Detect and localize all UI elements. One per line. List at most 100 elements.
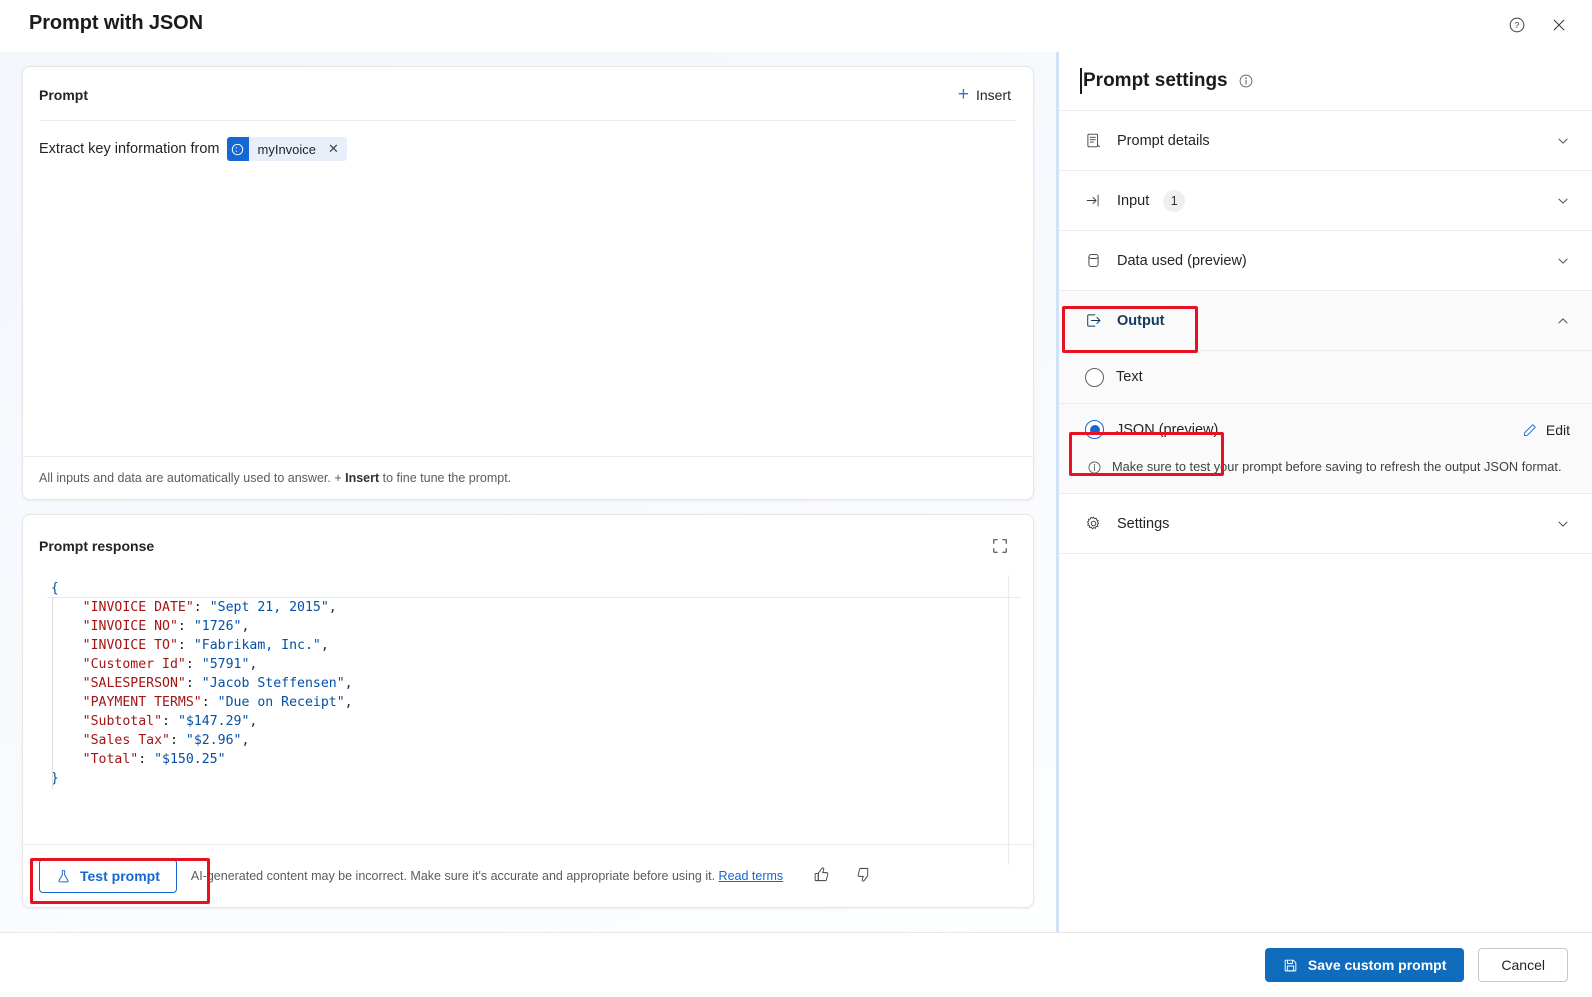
prompt-settings-pane: Prompt settings Prompt details Input 1 D…: [1056, 52, 1592, 932]
code-token: "Sales Tax": [82, 733, 170, 748]
radio-json-selected[interactable]: [1085, 420, 1104, 439]
output-option-json[interactable]: JSON (preview) Edit: [1059, 403, 1592, 455]
code-token: "$150.25": [154, 752, 226, 767]
close-icon: [1553, 19, 1565, 31]
plus-icon: +: [957, 84, 969, 105]
save-button-label: Save custom prompt: [1307, 957, 1447, 973]
sidebar-item-settings[interactable]: Settings: [1059, 493, 1592, 553]
gear-icon: [1083, 515, 1103, 532]
code-token: :: [138, 752, 155, 767]
prompt-card-header: Prompt + Insert: [23, 67, 1033, 120]
edit-label: Edit: [1545, 421, 1570, 438]
code-line: {: [35, 579, 1021, 598]
code-token: "SALESPERSON": [82, 676, 186, 691]
input-token-label: myInvoice: [257, 141, 317, 157]
pencil-icon: [1523, 423, 1536, 436]
code-token: "Subtotal": [82, 714, 163, 729]
save-custom-prompt-button[interactable]: Save custom prompt: [1264, 948, 1465, 982]
window-title-bar: Prompt with JSON ?: [0, 0, 1592, 52]
response-card-footer: Test prompt AI-generated content may be …: [23, 844, 1033, 907]
code-token: :: [185, 657, 202, 672]
code-token: "PAYMENT TERMS": [82, 695, 202, 710]
input-count-badge: 1: [1163, 189, 1186, 212]
code-line: "Total": "$150.25": [35, 750, 1021, 769]
dialog-footer: Save custom prompt Cancel: [0, 932, 1592, 997]
close-button[interactable]: [1542, 8, 1576, 42]
prompt-hint-after: to fine tune the prompt.: [379, 471, 512, 485]
svg-text:?: ?: [1515, 20, 1520, 30]
code-line: "Sales Tax": "$2.96",: [35, 731, 1021, 750]
test-prompt-label: Test prompt: [80, 868, 160, 884]
response-card-title: Prompt response: [39, 538, 155, 554]
help-button[interactable]: ?: [1500, 8, 1534, 42]
chevron-up-icon: [1558, 317, 1568, 323]
sidebar-item-data-used[interactable]: Data used (preview): [1059, 230, 1592, 290]
code-token: "1726": [193, 619, 242, 634]
cancel-button[interactable]: Cancel: [1478, 948, 1568, 982]
output-option-label: JSON (preview): [1116, 421, 1219, 438]
output-options-panel: Text JSON (preview) Edit Make sure to te…: [1059, 350, 1592, 493]
arrow-out-icon: [1083, 312, 1103, 329]
prompt-text-line: Extract key information from myInvoice ✕: [39, 137, 1017, 161]
edit-json-schema-button[interactable]: Edit: [1522, 422, 1570, 438]
code-fold-line: [47, 597, 1021, 598]
prompt-text: Extract key information from: [39, 141, 220, 157]
test-prompt-button[interactable]: Test prompt: [39, 859, 177, 893]
radio-text[interactable]: [1085, 367, 1104, 387]
sidebar-item-label: Settings: [1117, 515, 1170, 532]
code-token: ,: [328, 600, 337, 615]
read-terms-link[interactable]: Read terms: [719, 869, 784, 883]
insert-button[interactable]: + Insert: [952, 81, 1017, 108]
code-token: :: [185, 676, 202, 691]
thumbs-down-button[interactable]: [854, 864, 875, 888]
code-token: "5791": [201, 657, 250, 672]
sidebar-item-prompt-details[interactable]: Prompt details: [1059, 110, 1592, 170]
info-circle-icon: [1088, 461, 1101, 474]
code-token: ,: [320, 638, 329, 653]
chevron-down-icon: [1558, 258, 1568, 264]
code-token: ,: [344, 676, 353, 691]
output-json-hint-text: Make sure to test your prompt before sav…: [1112, 459, 1562, 474]
code-token: "Sept 21, 2015": [209, 600, 329, 615]
code-token: "Jacob Steffensen": [201, 676, 345, 691]
settings-pane-title: Prompt settings: [1083, 70, 1228, 91]
dataverse-table-icon: [226, 137, 249, 161]
prompt-card-title: Prompt: [39, 86, 88, 103]
info-circle-icon[interactable]: [1238, 73, 1254, 89]
ai-disclaimer-text: AI-generated content may be incorrect. M…: [190, 869, 719, 883]
sidebar-item-output[interactable]: Output: [1059, 290, 1592, 350]
thumbs-down-icon: [857, 867, 869, 882]
sidebar-item-label: Data used (preview): [1117, 252, 1247, 269]
code-right-border: [1008, 575, 1009, 865]
page-title: Prompt with JSON: [29, 12, 203, 34]
code-token: "INVOICE TO": [82, 638, 178, 653]
insert-button-label: Insert: [975, 86, 1011, 103]
sidebar-item-label: Output: [1117, 312, 1165, 329]
text-caret: [1080, 68, 1082, 94]
response-code-area[interactable]: { "INVOICE DATE": "Sept 21, 2015", "INVO…: [35, 575, 1021, 865]
prompt-editor[interactable]: Extract key information from myInvoice ✕: [23, 121, 1033, 421]
prompt-hint-bold: Insert: [345, 471, 380, 485]
prompt-hint-before: All inputs and data are automatically us…: [39, 471, 346, 485]
prompt-card: Prompt + Insert Extract key information …: [22, 66, 1034, 500]
ai-disclaimer: AI-generated content may be incorrect. M…: [191, 869, 783, 883]
close-icon[interactable]: ✕: [324, 141, 343, 157]
code-line: "PAYMENT TERMS": "Due on Receipt",: [35, 693, 1021, 712]
code-token: "INVOICE DATE": [82, 600, 194, 615]
output-json-hint: Make sure to test your prompt before sav…: [1059, 455, 1592, 493]
code-token: "Total": [82, 752, 139, 767]
sidebar-item-input[interactable]: Input 1: [1059, 170, 1592, 230]
database-icon: [1083, 252, 1103, 269]
code-token: ,: [344, 695, 353, 710]
chevron-down-icon: [1558, 521, 1568, 527]
code-token: "Fabrikam, Inc.": [193, 638, 321, 653]
settings-pane-bottom-divider: [1059, 553, 1592, 554]
code-line: "SALESPERSON": "Jacob Steffensen",: [35, 674, 1021, 693]
arrow-into-icon: [1083, 192, 1103, 209]
thumbs-up-button[interactable]: [811, 864, 832, 888]
expand-response-button[interactable]: [983, 529, 1017, 563]
code-indent-guide: [52, 597, 53, 789]
output-option-text[interactable]: Text: [1059, 351, 1592, 403]
input-token-myinvoice[interactable]: myInvoice ✕: [226, 137, 347, 161]
code-token: :: [162, 714, 178, 729]
